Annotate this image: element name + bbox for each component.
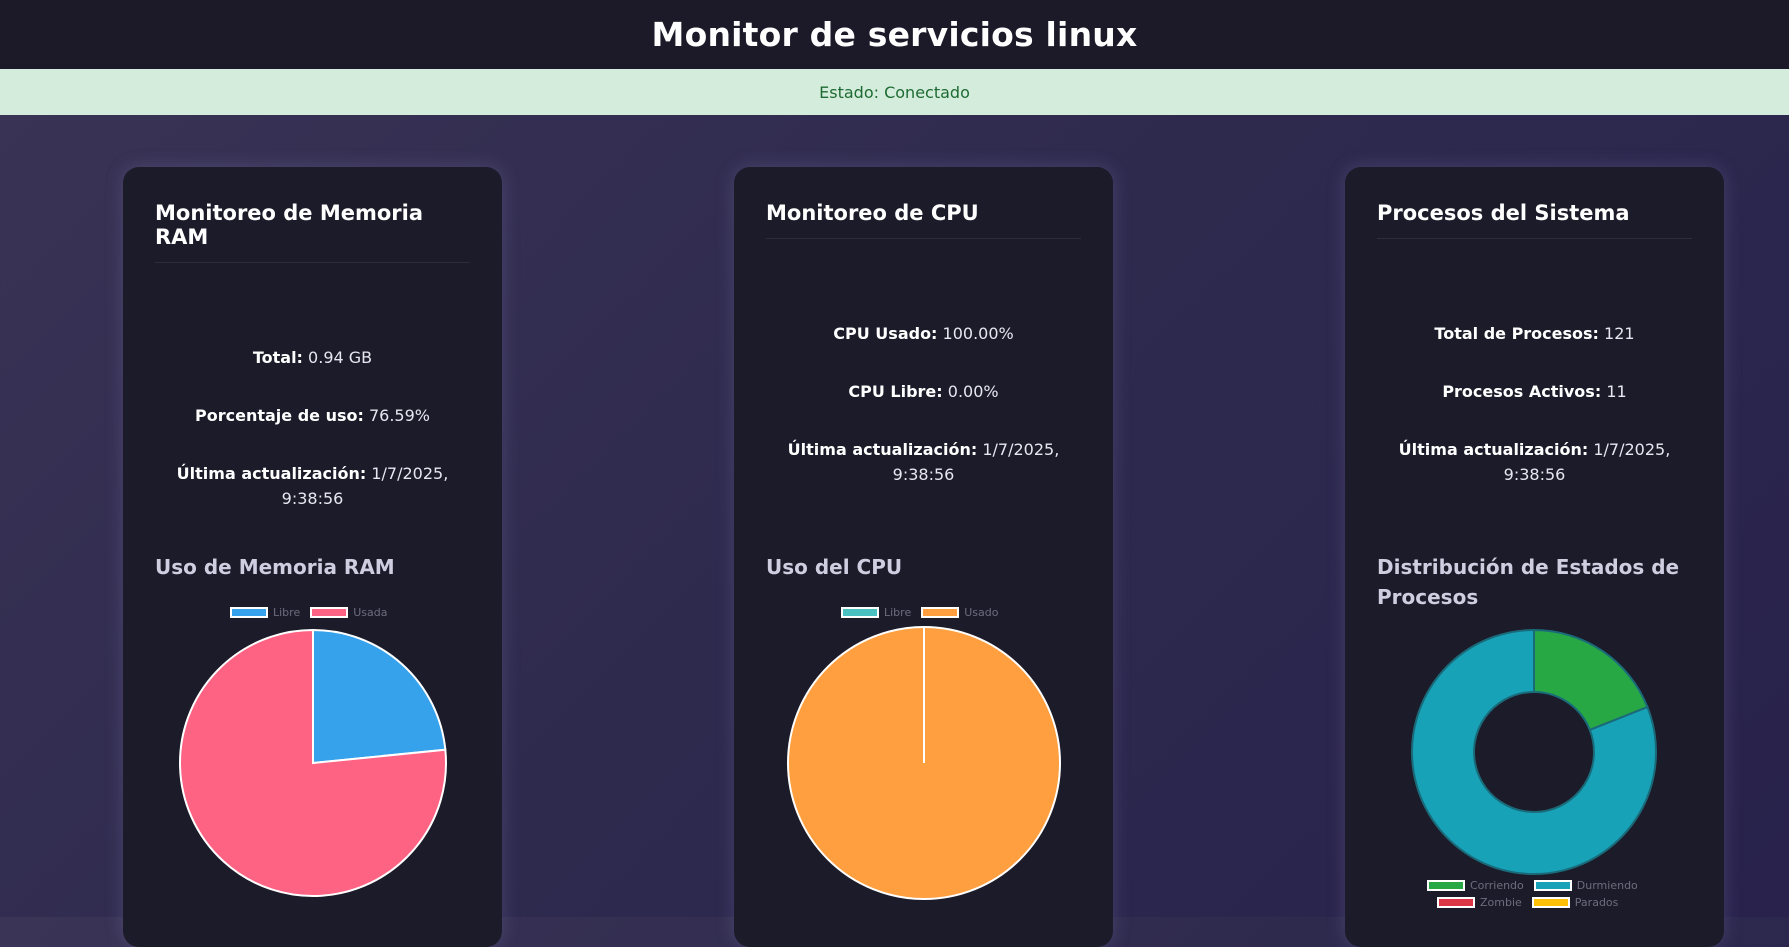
legend-label: Corriendo xyxy=(1470,879,1524,892)
ram-pie-chart[interactable] xyxy=(173,623,453,903)
legend-label: Usado xyxy=(964,606,999,619)
legend-label: Durmiendo xyxy=(1576,879,1638,892)
slice-libre[interactable] xyxy=(312,628,447,765)
cpu-card: Monitoreo de CPU CPU Usado: 100.00% CPU … xyxy=(734,167,1113,947)
processes-card: Procesos del Sistema Total de Procesos: … xyxy=(1345,167,1724,947)
header-bar: Monitor de servicios linux xyxy=(0,0,1789,69)
ram-total-value: 0.94 GB xyxy=(308,348,373,367)
processes-card-title: Procesos del Sistema xyxy=(1377,201,1692,239)
legend-label: Libre xyxy=(884,606,912,619)
cpu-free-label: CPU Libre: xyxy=(848,382,943,401)
cpu-used-label: CPU Usado: xyxy=(833,324,938,343)
ram-updated-label: Última actualización: xyxy=(176,464,367,483)
ram-stats: Total: 0.94 GB Porcentaje de uso: 76.59%… xyxy=(155,345,470,511)
processes-active-value: 11 xyxy=(1606,382,1627,401)
cpu-used-value: 100.00% xyxy=(942,324,1014,343)
legend-swatch xyxy=(1531,897,1570,908)
legend-label: Parados xyxy=(1574,896,1619,909)
ram-usage-value: 76.59% xyxy=(368,406,430,425)
processes-active-label: Procesos Activos: xyxy=(1442,382,1602,401)
cpu-chart-legend: Libre Usado xyxy=(841,606,998,619)
cpu-updated: Última actualización: 1/7/2025, 9:38:56 xyxy=(766,437,1081,487)
ram-total-label: Total: xyxy=(252,348,303,367)
connection-status: Estado: Conectado xyxy=(0,69,1789,115)
legend-item-libre[interactable]: Libre xyxy=(230,606,300,619)
cpu-card-title: Monitoreo de CPU xyxy=(766,201,1081,239)
processes-total-value: 121 xyxy=(1604,324,1635,343)
processes-total-label: Total de Procesos: xyxy=(1434,324,1599,343)
cpu-pie-chart[interactable] xyxy=(784,623,1064,903)
legend-label: Zombie xyxy=(1480,896,1522,909)
legend-swatch xyxy=(921,607,960,618)
legend-swatch xyxy=(1437,897,1475,908)
legend-item-libre[interactable]: Libre xyxy=(841,606,911,619)
processes-total: Total de Procesos: 121 xyxy=(1377,321,1692,346)
ram-card-title: Monitoreo de Memoria RAM xyxy=(155,201,470,263)
ram-chart-legend: Libre Usada xyxy=(230,606,387,619)
ram-chart-title: Uso de Memoria RAM xyxy=(155,555,395,579)
legend-swatch xyxy=(1427,880,1465,891)
legend-item-durmiendo[interactable]: Durmiendo xyxy=(1533,879,1638,892)
legend-swatch xyxy=(310,607,349,618)
cpu-free: CPU Libre: 0.00% xyxy=(766,379,1081,404)
processes-stats: Total de Procesos: 121 Procesos Activos:… xyxy=(1377,321,1692,487)
legend-item-zombie[interactable]: Zombie xyxy=(1437,896,1522,909)
processes-updated: Última actualización: 1/7/2025, 9:38:56 xyxy=(1377,437,1692,487)
ram-usage-label: Porcentaje de uso: xyxy=(195,406,364,425)
legend-item-parados[interactable]: Parados xyxy=(1531,896,1619,909)
ram-total: Total: 0.94 GB xyxy=(155,345,470,370)
cpu-chart-title: Uso del CPU xyxy=(766,555,903,579)
legend-swatch xyxy=(841,607,879,618)
ram-usage: Porcentaje de uso: 76.59% xyxy=(155,403,470,428)
legend-item-usado[interactable]: Usado xyxy=(921,606,998,619)
processes-updated-label: Última actualización: xyxy=(1398,440,1589,459)
legend-swatch xyxy=(1533,880,1572,891)
processes-active: Procesos Activos: 11 xyxy=(1377,379,1692,404)
cpu-used: CPU Usado: 100.00% xyxy=(766,321,1081,346)
cpu-stats: CPU Usado: 100.00% CPU Libre: 0.00% Últi… xyxy=(766,321,1081,487)
cpu-updated-label: Última actualización: xyxy=(787,440,978,459)
legend-label: Usada xyxy=(353,606,388,619)
page-title: Monitor de servicios linux xyxy=(651,15,1138,54)
processes-chart-title: Distribución de Estados de Procesos xyxy=(1377,555,1680,609)
cpu-free-value: 0.00% xyxy=(947,382,999,401)
processes-chart-legend: Corriendo Durmiendo Zombie Parados xyxy=(1427,879,1657,909)
processes-doughnut-chart[interactable] xyxy=(1404,622,1664,882)
legend-item-corriendo[interactable]: Corriendo xyxy=(1427,879,1524,892)
legend-label: Libre xyxy=(273,606,301,619)
legend-item-usada[interactable]: Usada xyxy=(310,606,387,619)
ram-updated: Última actualización: 1/7/2025, 9:38:56 xyxy=(155,461,470,511)
legend-swatch xyxy=(230,607,268,618)
ram-card: Monitoreo de Memoria RAM Total: 0.94 GB … xyxy=(123,167,502,947)
